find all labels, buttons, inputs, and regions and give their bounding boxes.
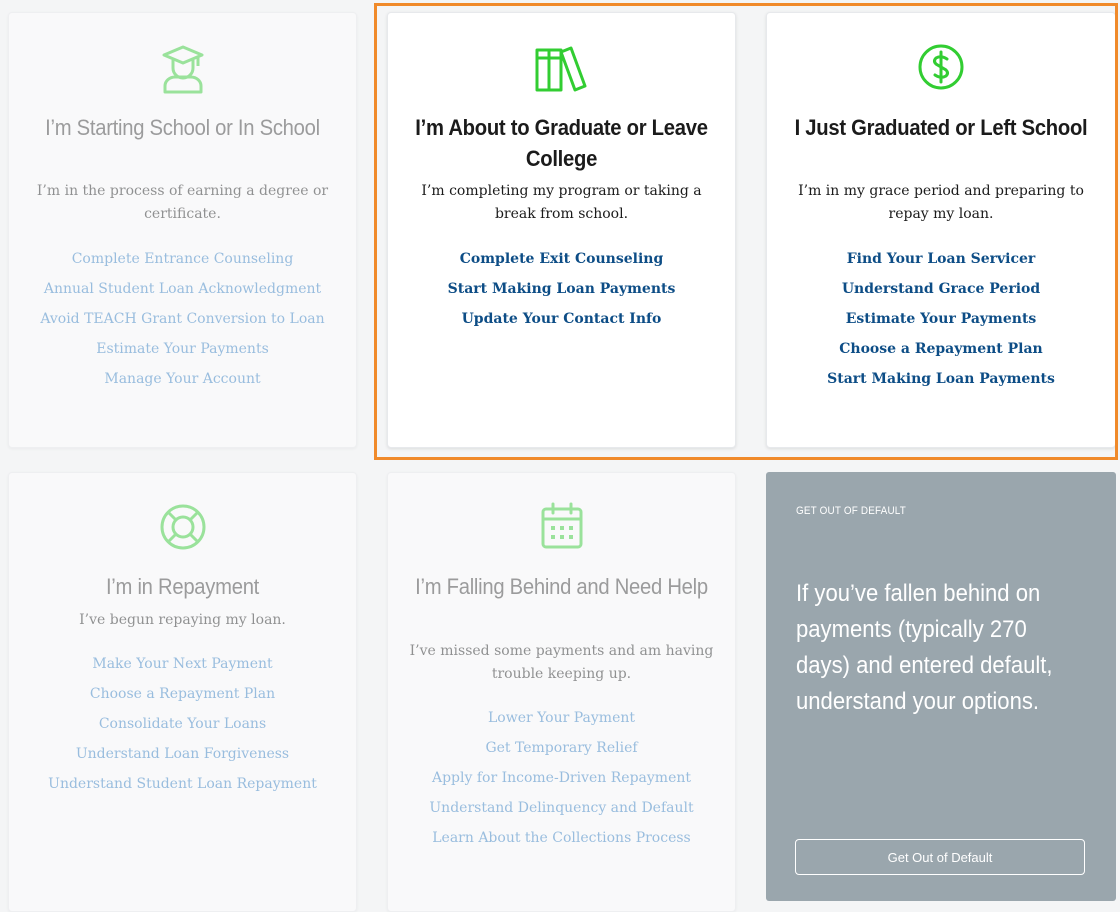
- link-income-driven-repayment[interactable]: Apply for Income-Driven Repayment: [432, 770, 691, 786]
- link-entrance-counseling[interactable]: Complete Entrance Counseling: [72, 251, 294, 267]
- card-title: I’m About to Graduate or Leave College: [415, 115, 708, 171]
- lifebuoy-icon: [160, 504, 205, 550]
- card-starting-school: I’m Starting School or In School I’m in …: [8, 12, 357, 448]
- link-loan-forgiveness[interactable]: Understand Loan Forgiveness: [76, 746, 289, 762]
- link-annual-acknowledgment[interactable]: Annual Student Loan Acknowledgment: [44, 281, 321, 297]
- card-description: I’m completing my program or taking a br…: [421, 183, 702, 222]
- card-kicker: GET OUT OF DEFAULT: [796, 505, 906, 517]
- get-out-of-default-button[interactable]: Get Out of Default: [795, 839, 1085, 875]
- card-in-repayment: I’m in Repayment I’ve begun repaying my …: [8, 472, 357, 912]
- card-title: I’m Falling Behind and Need Help: [415, 574, 708, 599]
- link-temporary-relief[interactable]: Get Temporary Relief: [485, 740, 637, 756]
- card-callout-text: If you’ve fallen behind on payments (typ…: [796, 580, 1053, 715]
- link-list: Lower Your Payment Get Temporary Relief …: [388, 707, 735, 857]
- link-estimate-payments[interactable]: Estimate Your Payments: [96, 341, 269, 357]
- card-about-to-graduate: I’m About to Graduate or Leave College I…: [387, 12, 736, 448]
- link-delinquency-default[interactable]: Understand Delinquency and Default: [429, 800, 693, 816]
- card-title: I Just Graduated or Left School: [794, 115, 1088, 140]
- card-get-out-of-default: GET OUT OF DEFAULT If you’ve fallen behi…: [766, 472, 1116, 901]
- link-lower-payment[interactable]: Lower Your Payment: [488, 710, 635, 726]
- link-collections-process[interactable]: Learn About the Collections Process: [432, 830, 691, 846]
- link-list: Complete Entrance Counseling Annual Stud…: [9, 248, 356, 398]
- link-student-loan-repayment[interactable]: Understand Student Loan Repayment: [48, 776, 317, 792]
- card-title: I’m Starting School or In School: [45, 115, 320, 140]
- card-description: I’m in the process of earning a degree o…: [36, 183, 329, 222]
- link-estimate-payments[interactable]: Estimate Your Payments: [846, 311, 1037, 327]
- link-understand-grace-period[interactable]: Understand Grace Period: [842, 281, 1040, 297]
- link-start-loan-payments[interactable]: Start Making Loan Payments: [827, 371, 1055, 387]
- link-list: Make Your Next Payment Choose a Repaymen…: [9, 653, 356, 803]
- link-list: Find Your Loan Servicer Understand Grace…: [767, 248, 1115, 398]
- card-just-graduated: I Just Graduated or Left School I’m in m…: [766, 12, 1116, 448]
- card-description: I’ve missed some payments and am having …: [409, 643, 714, 682]
- link-start-loan-payments[interactable]: Start Making Loan Payments: [448, 281, 676, 297]
- card-falling-behind: I’m Falling Behind and Need Help I’ve mi…: [387, 472, 736, 912]
- link-exit-counseling[interactable]: Complete Exit Counseling: [460, 251, 663, 267]
- books-icon: [535, 46, 586, 92]
- link-choose-repayment-plan[interactable]: Choose a Repayment Plan: [90, 686, 275, 702]
- card-description: I’m in my grace period and preparing to …: [798, 183, 1084, 222]
- calendar-icon: [541, 502, 582, 549]
- link-make-next-payment[interactable]: Make Your Next Payment: [92, 656, 272, 672]
- link-avoid-teach-conversion[interactable]: Avoid TEACH Grant Conversion to Loan: [40, 311, 324, 327]
- link-choose-repayment-plan[interactable]: Choose a Repayment Plan: [839, 341, 1042, 357]
- graduate-icon: [162, 45, 203, 94]
- link-manage-account[interactable]: Manage Your Account: [104, 371, 260, 387]
- link-consolidate-loans[interactable]: Consolidate Your Loans: [99, 716, 266, 732]
- card-title: I’m in Repayment: [105, 574, 260, 599]
- link-find-loan-servicer[interactable]: Find Your Loan Servicer: [847, 251, 1036, 267]
- dollar-circle-icon: [918, 44, 964, 90]
- card-description: I’ve begun repaying my loan.: [79, 612, 286, 628]
- link-update-contact-info[interactable]: Update Your Contact Info: [462, 311, 662, 327]
- link-list: Complete Exit Counseling Start Making Lo…: [388, 248, 735, 338]
